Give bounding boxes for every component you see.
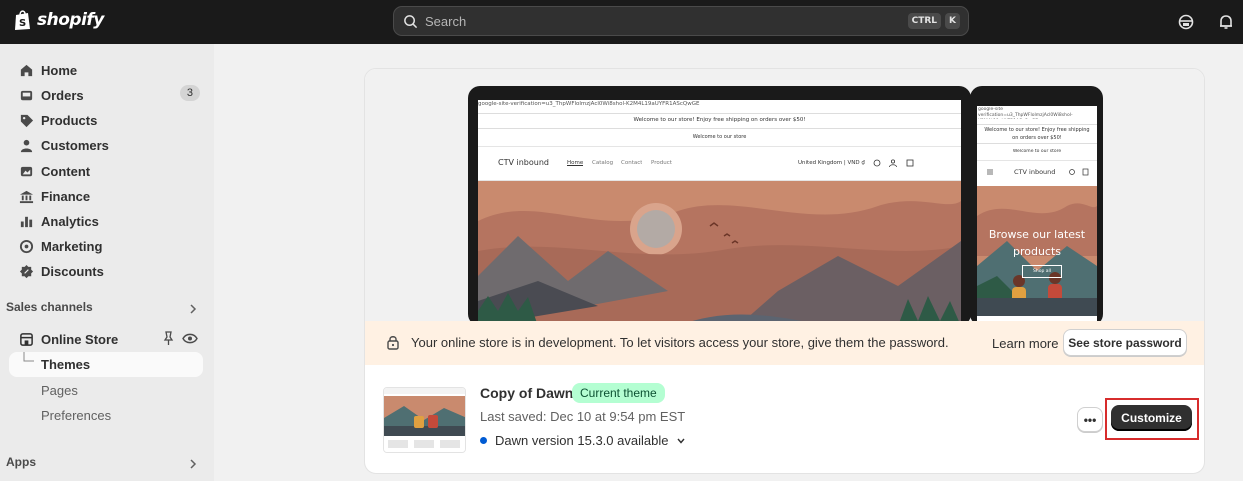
dev-banner: Your online store is in development. To … xyxy=(365,321,1204,365)
lock-icon xyxy=(387,336,399,350)
store-icon[interactable] xyxy=(1177,13,1195,31)
sidebar-subitem-preferences[interactable]: Preferences xyxy=(41,408,111,423)
themes-label: Themes xyxy=(41,357,91,372)
theme-name: Copy of Dawn xyxy=(480,385,574,401)
sidebar-item-label: Products xyxy=(41,112,98,128)
apps-heading[interactable]: Apps xyxy=(6,455,36,469)
sidebar-item-customers[interactable]: Customers xyxy=(9,133,203,157)
theme-thumbnail[interactable] xyxy=(383,387,466,453)
see-store-password-button[interactable]: See store password xyxy=(1063,329,1187,356)
desktop-preview-screen: google-site-verification=u3_ThpWFlolmzjA… xyxy=(478,100,961,326)
learn-more-link[interactable]: Learn more xyxy=(992,336,1058,351)
chevron-right-icon[interactable] xyxy=(187,458,199,470)
bar-chart-icon xyxy=(18,213,34,229)
mobile-sub-announcement: Welcome to our store xyxy=(1012,149,1062,154)
announcement-bar: Welcome to our store! Enjoy free shippin… xyxy=(633,117,806,123)
inbox-icon xyxy=(18,87,34,103)
store-name: CTV inbound xyxy=(498,158,549,167)
sidebar-item-label: Discounts xyxy=(41,263,104,279)
sub-announcement: Welcome to our store xyxy=(692,134,747,140)
person-icon xyxy=(18,137,34,153)
chevron-right-icon[interactable] xyxy=(187,303,199,315)
sidebar-item-label: Online Store xyxy=(41,331,119,347)
sidebar-item-home[interactable]: Home xyxy=(9,58,203,82)
sidebar-item-finance[interactable]: Finance xyxy=(9,184,203,208)
discount-icon xyxy=(18,263,34,279)
search-bar[interactable]: Search CTRL K xyxy=(393,6,969,36)
bank-icon xyxy=(18,188,34,204)
sidebar-item-marketing[interactable]: Marketing xyxy=(9,234,203,258)
info-dot-icon xyxy=(480,437,487,444)
sidebar-item-discounts[interactable]: Discounts xyxy=(9,259,203,283)
shortcut-ctrl: CTRL xyxy=(907,13,942,29)
nav-home: Home xyxy=(567,160,584,166)
theme-version-status[interactable]: Dawn version 15.3.0 available xyxy=(480,433,686,448)
dev-banner-text: Your online store is in development. To … xyxy=(411,335,949,350)
header-icons xyxy=(873,159,914,168)
home-icon xyxy=(18,62,34,78)
svg-text:S: S xyxy=(19,18,26,29)
sidebar: Home Orders 3 Products Customers Content… xyxy=(0,44,214,481)
sidebar-subitem-themes[interactable]: Themes xyxy=(9,352,203,377)
sidebar-item-label: Orders xyxy=(41,87,84,103)
sidebar-item-label: Customers xyxy=(41,137,109,153)
theme-thumbnail-image xyxy=(384,388,465,452)
orders-count-badge: 3 xyxy=(179,85,200,101)
shopify-bag-icon: S xyxy=(15,10,30,30)
sidebar-item-label: Marketing xyxy=(41,238,103,254)
sidebar-item-label: Analytics xyxy=(41,213,99,229)
search-icon xyxy=(404,14,418,28)
nav-contact: Contact xyxy=(621,160,643,166)
last-saved-text: Last saved: Dec 10 at 9:54 pm EST xyxy=(480,409,686,424)
shortcut-k: K xyxy=(945,13,960,29)
tree-connector-icon xyxy=(23,352,34,362)
bell-icon[interactable] xyxy=(1217,13,1235,31)
eye-icon[interactable] xyxy=(182,333,198,344)
customize-button[interactable]: Customize xyxy=(1111,405,1192,431)
chevron-down-icon xyxy=(677,438,685,444)
mobile-meta-line: google-site verification=u3_ThpWFlolmzjA… xyxy=(978,107,1073,118)
meta-line: google-site-verification=u3_ThpWFlolmzjA… xyxy=(478,101,700,107)
sidebar-item-label: Content xyxy=(41,163,91,179)
image-icon xyxy=(18,163,34,179)
customize-highlight: Customize xyxy=(1105,398,1199,440)
locale-selector: United Kingdom | VND ₫ xyxy=(798,160,865,166)
current-theme-row: Copy of Dawn Current theme Last saved: D… xyxy=(365,365,1204,473)
brand-name: shopify xyxy=(37,10,104,30)
theme-card: google-site-verification=u3_ThpWFlolmzjA… xyxy=(364,68,1205,474)
mobile-hero-heading: Browse our latest products xyxy=(988,228,1086,258)
sidebar-item-orders[interactable]: Orders 3 xyxy=(9,83,203,107)
sidebar-subitem-pages[interactable]: Pages xyxy=(41,383,78,398)
sidebar-item-analytics[interactable]: Analytics xyxy=(9,209,203,233)
nav-catalog: Catalog xyxy=(592,160,614,166)
mobile-preview-frame: google-site verification=u3_ThpWFlolmzjA… xyxy=(970,86,1103,326)
shopify-logo[interactable]: S shopify xyxy=(14,9,104,31)
current-theme-badge: Current theme xyxy=(572,383,665,403)
mobile-preview-screen: google-site verification=u3_ThpWFlolmzjA… xyxy=(977,106,1097,326)
mobile-hero-button: Shop all xyxy=(1022,265,1062,278)
more-actions-button[interactable]: ••• xyxy=(1077,407,1103,432)
tag-icon xyxy=(18,112,34,128)
mobile-announcement: Welcome to our store! Enjoy free shippin… xyxy=(984,127,1090,141)
sidebar-item-products[interactable]: Products xyxy=(9,108,203,132)
target-icon xyxy=(18,238,34,254)
theme-version-text: Dawn version 15.3.0 available xyxy=(495,433,669,448)
mobile-header-icons xyxy=(987,168,1089,176)
search-placeholder: Search xyxy=(425,13,467,29)
theme-preview: google-site-verification=u3_ThpWFlolmzjA… xyxy=(365,69,1204,326)
sidebar-item-label: Home xyxy=(41,62,78,78)
top-bar: S shopify Search CTRL K xyxy=(0,0,1243,44)
desktop-preview-frame: google-site-verification=u3_ThpWFlolmzjA… xyxy=(468,86,971,326)
sidebar-item-content[interactable]: Content xyxy=(9,159,203,183)
pin-icon[interactable] xyxy=(162,331,175,346)
hero-illustration xyxy=(478,181,961,326)
sales-channels-heading[interactable]: Sales channels xyxy=(6,300,93,314)
storefront-icon xyxy=(18,331,34,347)
sidebar-item-label: Finance xyxy=(41,188,91,204)
nav-product: Product xyxy=(651,160,672,166)
